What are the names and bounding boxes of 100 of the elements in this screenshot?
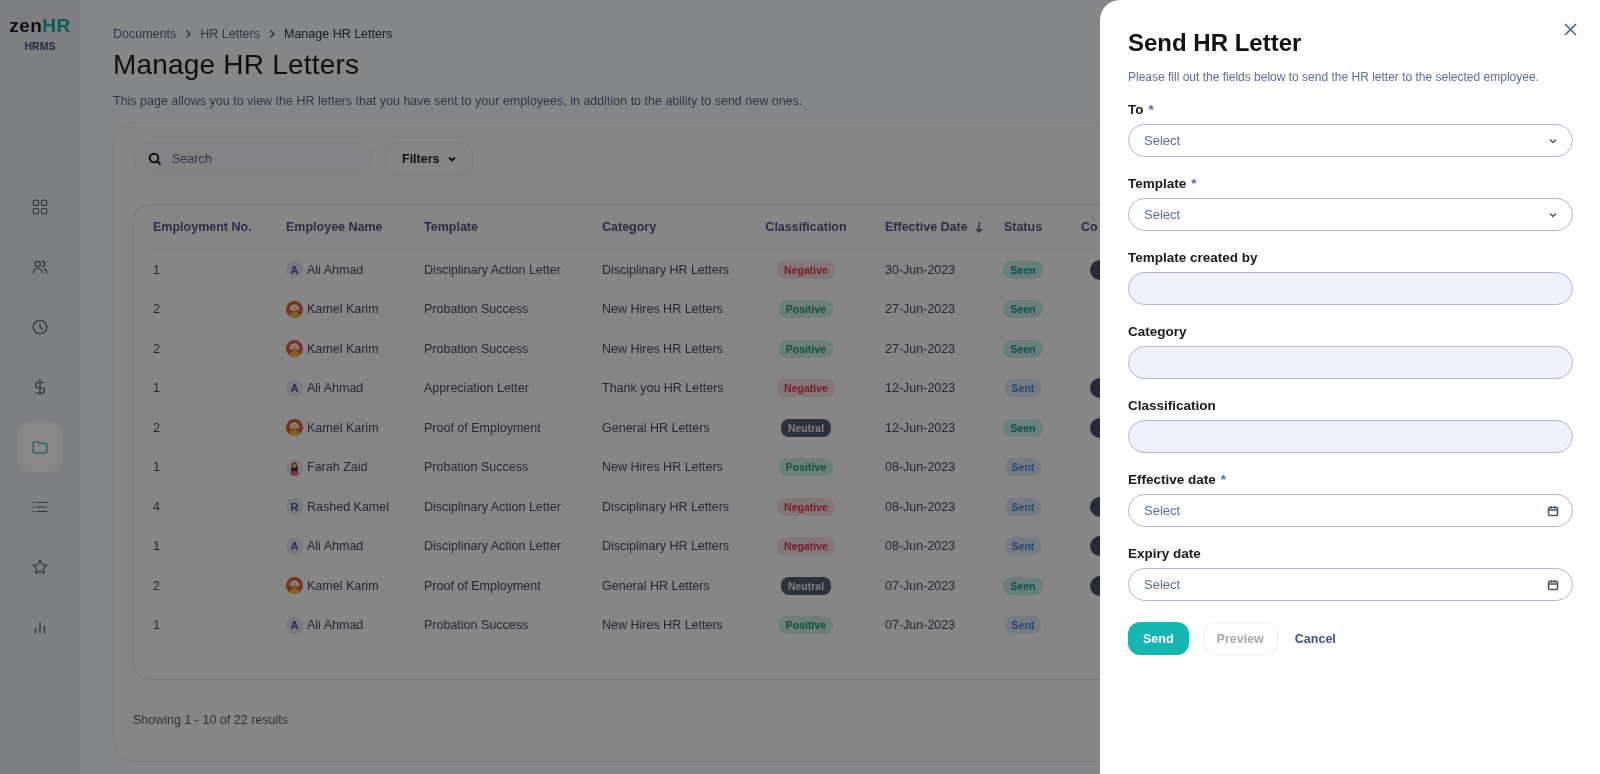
employee-name: Kamel Karim xyxy=(307,578,379,593)
table-cell: 1 xyxy=(153,460,160,475)
column-header[interactable]: Classification xyxy=(765,220,847,234)
pagination-summary: Showing 1 - 10 of 22 results xyxy=(133,713,289,727)
table-cell: Proof of Employment xyxy=(424,578,541,593)
table-cell: 2 xyxy=(153,578,160,593)
status-label: Seen xyxy=(1003,260,1043,279)
column-header[interactable]: Employee Name xyxy=(286,220,383,234)
required-mark: * xyxy=(1191,176,1197,191)
table-cell: Disciplinary Action Letter xyxy=(424,539,561,554)
table-cell: Proof of Employment xyxy=(424,420,541,435)
employee-name: Kamel Karim xyxy=(307,341,379,356)
table-cell: 08-Jun-2023 xyxy=(885,539,956,554)
page-title: Manage HR Letters xyxy=(113,49,360,81)
table-cell: 07-Jun-2023 xyxy=(885,618,956,633)
input-field[interactable] xyxy=(1128,346,1573,379)
avatar-initial: A xyxy=(286,616,303,634)
field-label: To xyxy=(1128,102,1144,117)
table-cell: 2 xyxy=(153,341,160,356)
table-cell: 07-Jun-2023 xyxy=(885,578,956,593)
classification-label: Positive xyxy=(778,339,834,358)
filters-button[interactable]: Filters xyxy=(385,142,473,175)
table-cell: New Hires HR Letters xyxy=(602,460,723,475)
classification-label: Neutral xyxy=(780,418,832,437)
table-cell: General HR Letters xyxy=(602,420,710,435)
classification-label: Positive xyxy=(778,616,834,635)
breadcrumb-link[interactable]: HR Letters xyxy=(200,27,260,41)
table-cell: Disciplinary Action Letter xyxy=(424,499,561,514)
avatar-initial: A xyxy=(286,379,303,397)
sidebar-item[interactable] xyxy=(17,421,63,472)
close-icon[interactable] xyxy=(1563,22,1578,37)
star-icon xyxy=(31,557,49,576)
input-field[interactable] xyxy=(1128,420,1573,453)
search-field[interactable]: Search xyxy=(133,142,373,175)
employee-name: Ali Ahmad xyxy=(307,618,364,633)
table-cell: 12-Jun-2023 xyxy=(885,420,956,435)
table-cell: 2 xyxy=(153,420,160,435)
column-header[interactable]: Effective Date xyxy=(885,220,968,234)
input-field[interactable] xyxy=(1128,272,1573,305)
required-mark: * xyxy=(1148,102,1154,117)
table-cell: 27-Jun-2023 xyxy=(885,302,956,317)
status-label: Seen xyxy=(1003,300,1043,319)
table-cell: 12-Jun-2023 xyxy=(885,381,956,396)
avatar-initial: A xyxy=(286,537,303,555)
required-mark: * xyxy=(1220,472,1227,487)
table-cell: Appreciation Letter xyxy=(424,381,529,396)
drawer-subtitle: Please fill out the fields below to send the HR letter to the selected employee. xyxy=(1128,70,1540,84)
field-label: Expiry date xyxy=(1128,546,1201,561)
cancel-link[interactable]: Cancel xyxy=(1291,622,1339,655)
table-cell: 1 xyxy=(153,539,160,554)
field-label: Effective date xyxy=(1128,472,1216,487)
date-field[interactable]: Select xyxy=(1128,494,1573,527)
table-cell: General HR Letters xyxy=(602,578,710,593)
column-header[interactable]: Status xyxy=(1003,220,1043,234)
table-cell: 4 xyxy=(153,499,160,514)
select-field[interactable]: Select xyxy=(1128,124,1573,157)
breadcrumb-link[interactable]: Documents xyxy=(113,27,177,41)
table-cell: Disciplinary Action Letter xyxy=(424,262,561,277)
status-label: Sent xyxy=(1004,616,1042,635)
table-cell: 08-Jun-2023 xyxy=(885,499,956,514)
table-cell: Probation Success xyxy=(424,618,529,633)
column-header[interactable]: Category xyxy=(602,220,657,234)
table-cell: New Hires HR Letters xyxy=(602,618,723,633)
field-label: Template xyxy=(1128,176,1187,191)
table-cell: New Hires HR Letters xyxy=(602,341,723,356)
classification-label: Negative xyxy=(777,379,835,398)
table-cell: New Hires HR Letters xyxy=(602,302,723,317)
table-cell: 2 xyxy=(153,302,160,317)
classification-label: Negative xyxy=(777,497,835,516)
calendar-icon xyxy=(1547,578,1559,591)
employee-name: Ali Ahmad xyxy=(307,539,364,554)
action-button[interactable]: Send xyxy=(1128,622,1189,655)
breadcrumb-link[interactable]: Manage HR Letters xyxy=(284,27,393,41)
sort-arrow-icon[interactable] xyxy=(973,221,984,233)
status-label: Seen xyxy=(1003,339,1043,358)
drawer-title: Send HR Letter xyxy=(1128,29,1303,57)
table-cell: 08-Jun-2023 xyxy=(885,460,956,475)
column-header[interactable]: Employment No. xyxy=(153,220,252,234)
logo[interactable]: zenHR xyxy=(9,16,71,37)
status-label: Sent xyxy=(1004,537,1042,556)
classification-label: Neutral xyxy=(780,576,832,595)
table-cell: Disciplinary HR Letters xyxy=(602,262,730,277)
select-field[interactable]: Select xyxy=(1128,198,1573,231)
field-label: Template created by xyxy=(1128,250,1258,265)
status-label: Sent xyxy=(1004,379,1042,398)
table-cell: Thank you HR Letters xyxy=(602,381,724,396)
status-label: Sent xyxy=(1004,497,1042,516)
classification-label: Positive xyxy=(778,458,834,477)
employee-name: Rashed Kamel xyxy=(307,499,389,514)
status-label: Seen xyxy=(1003,576,1043,595)
table-cell: 27-Jun-2023 xyxy=(885,341,956,356)
date-field[interactable]: Select xyxy=(1128,568,1573,601)
employee-name: Kamel Karim xyxy=(307,420,379,435)
classification-label: Negative xyxy=(777,537,835,556)
employee-name: Ali Ahmad xyxy=(307,381,364,396)
column-header[interactable]: Template xyxy=(424,220,478,234)
table-cell: 30-Jun-2023 xyxy=(885,262,956,277)
calendar-icon xyxy=(1547,504,1559,517)
column-header[interactable]: Co xyxy=(1081,220,1098,234)
avatar-initial: A xyxy=(286,261,303,279)
